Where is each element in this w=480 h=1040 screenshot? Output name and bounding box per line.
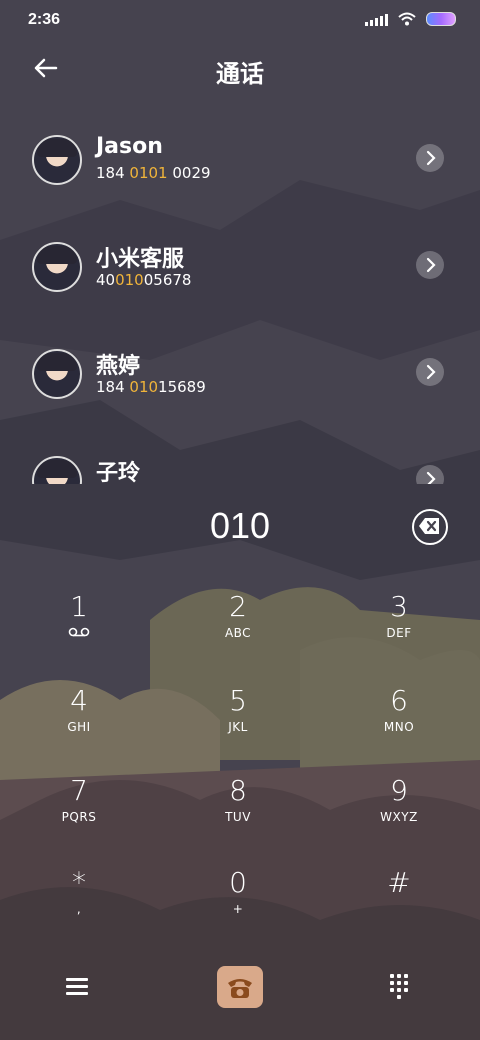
key-letters: MNO — [383, 720, 415, 734]
voicemail-icon — [19, 626, 139, 640]
key-digit: 5 — [229, 684, 247, 717]
header: 通话 — [0, 48, 480, 92]
contact-name: 燕婷 — [96, 354, 141, 379]
contact-item[interactable]: Jason 184 0101 0029 — [0, 120, 480, 226]
signal-icon — [365, 13, 388, 26]
status-bar: 2:36 — [0, 0, 480, 40]
key-3[interactable]: 3 DEF — [339, 590, 459, 660]
contact-name: 小米客服 — [96, 247, 185, 272]
contact-number: 184 01015689 — [96, 378, 206, 396]
chevron-right-icon[interactable] — [416, 251, 444, 279]
key-hash[interactable]: # — [339, 866, 459, 936]
key-letters: WXYZ — [380, 810, 418, 824]
key-letters: PQRS — [61, 810, 97, 824]
avatar — [32, 349, 82, 399]
contact-list: Jason 184 0101 0029 小米客服 4001005678 燕婷 1… — [0, 120, 480, 484]
contact-number: 184 0101 0029 — [96, 164, 211, 182]
key-letters: ABC — [224, 626, 252, 640]
chevron-right-icon[interactable] — [416, 144, 444, 172]
page-title: 通话 — [216, 60, 264, 88]
key-letters: TUV — [225, 810, 251, 824]
key-2[interactable]: 2 ABC — [178, 590, 298, 660]
dial-display: 010 — [0, 505, 480, 555]
key-digit: 4 — [70, 684, 88, 717]
key-digit: 7 — [70, 774, 88, 807]
backspace-icon[interactable] — [412, 509, 448, 545]
key-8[interactable]: 8 TUV — [178, 774, 298, 844]
wifi-icon — [398, 12, 416, 26]
dialed-number: 010 — [209, 505, 271, 546]
key-digit: 1 — [70, 590, 88, 623]
key-5[interactable]: 5 JKL — [178, 684, 298, 754]
chevron-right-icon[interactable] — [416, 358, 444, 386]
bottom-bar — [0, 960, 480, 1020]
key-1[interactable]: 1 — [19, 590, 139, 660]
battery-icon — [426, 12, 456, 26]
status-time: 2:36 — [28, 11, 61, 28]
key-0[interactable]: 0 + — [178, 866, 298, 936]
key-letters: DEF — [386, 626, 412, 640]
key-digit: 9 — [390, 774, 408, 807]
key-letters: GHI — [67, 720, 91, 734]
key-4[interactable]: 4 GHI — [19, 684, 139, 754]
key-9[interactable]: 9 WXYZ — [339, 774, 459, 844]
key-digit: 2 — [229, 590, 247, 623]
avatar — [32, 456, 82, 484]
key-letters: + — [232, 902, 244, 916]
key-digit: # — [387, 866, 411, 899]
avatar — [32, 242, 82, 292]
contact-name: Jason — [96, 134, 163, 159]
key-letters: , — [76, 902, 82, 916]
phone-icon — [228, 979, 252, 998]
contact-name: 子玲 — [96, 461, 141, 484]
key-digit: 0 — [229, 866, 247, 899]
chevron-right-icon[interactable] — [416, 465, 444, 484]
key-digit: 6 — [390, 684, 408, 717]
key-6[interactable]: 6 MNO — [339, 684, 459, 754]
key-digit: 3 — [390, 590, 408, 623]
key-digit: * — [72, 866, 86, 899]
key-letters: JKL — [228, 720, 248, 734]
key-7[interactable]: 7 PQRS — [19, 774, 139, 844]
menu-icon[interactable] — [66, 978, 88, 996]
keypad-icon[interactable] — [390, 974, 412, 1000]
avatar — [32, 135, 82, 185]
status-icons — [365, 12, 456, 26]
contact-item[interactable]: 燕婷 184 01015689 — [0, 334, 480, 440]
key-star[interactable]: * , — [19, 866, 139, 936]
call-button[interactable] — [217, 966, 263, 1008]
key-digit: 8 — [229, 774, 247, 807]
contact-item[interactable]: 小米客服 4001005678 — [0, 227, 480, 333]
contact-item[interactable]: 子玲 — [0, 441, 480, 484]
contact-number: 4001005678 — [96, 271, 192, 289]
